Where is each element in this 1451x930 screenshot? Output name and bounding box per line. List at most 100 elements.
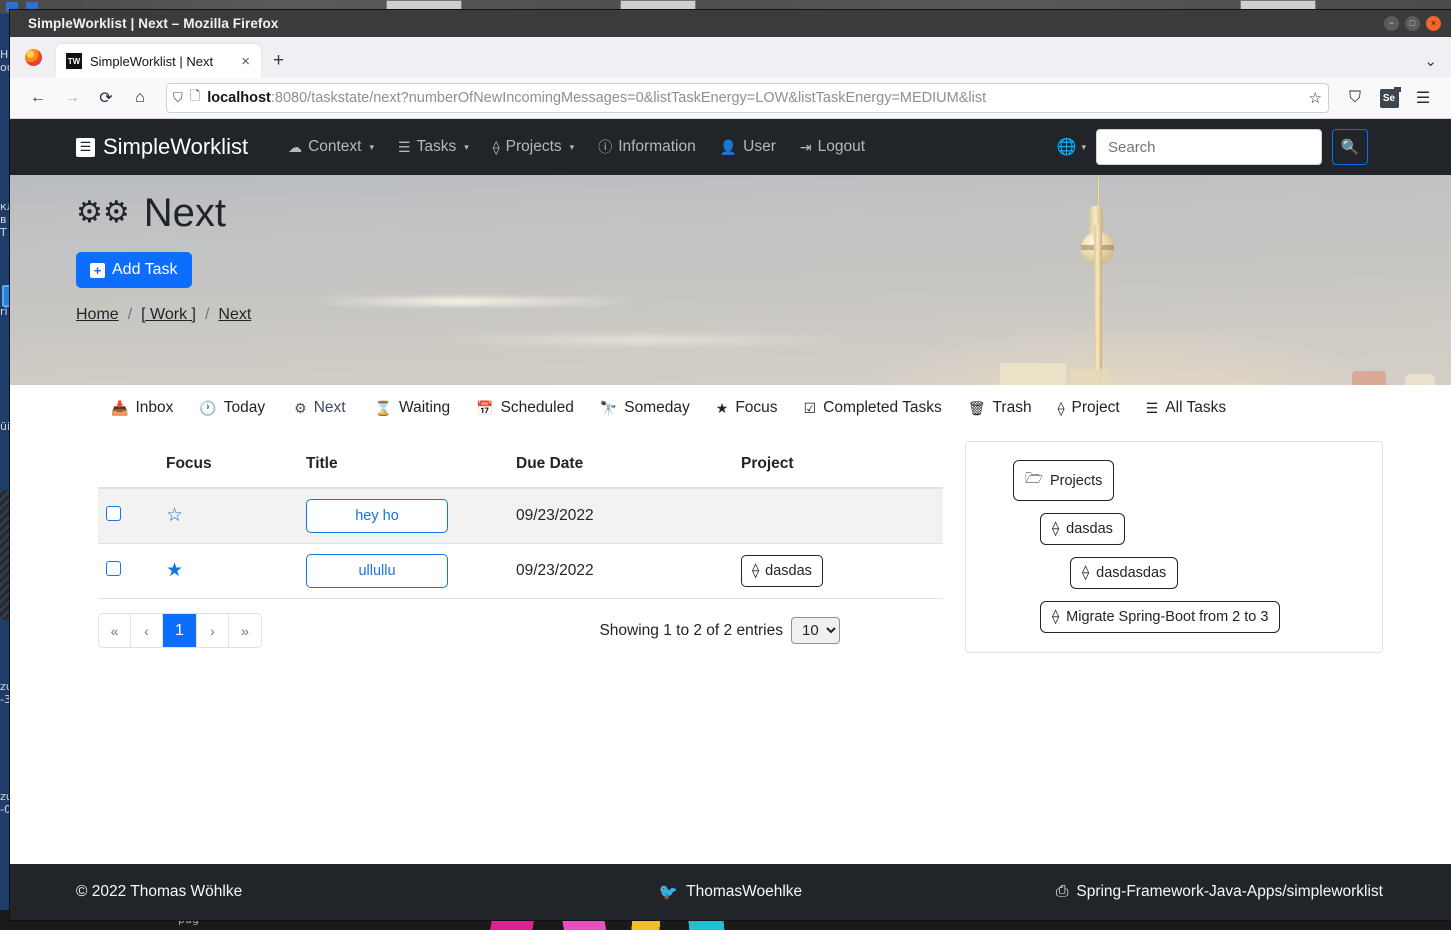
selenium-extension-icon[interactable]: Se [1373,82,1405,114]
task-table-body: ☆ hey ho 09/23/2022 ★ ullullu 09/23/2022… [98,488,943,599]
tab-today[interactable]: 🕐 Today [186,388,278,429]
star-filled-icon[interactable]: ★ [166,560,183,581]
row-select-cell[interactable] [98,543,158,599]
brand-logo[interactable]: ☰ SimpleWorklist [76,134,248,160]
list-all-tabs-icon[interactable]: ⌄ [1424,44,1451,78]
project-node-root[interactable]: 🗁 Projects [1013,460,1115,501]
breadcrumb-item-next[interactable]: Next [218,306,251,324]
pagination-prev[interactable]: ‹ [131,614,163,647]
minimize-button[interactable]: − [1384,16,1399,31]
nav-item-context-label: Context [308,138,362,155]
tab-all-tasks[interactable]: ☰ All Tasks [1133,388,1239,429]
project-node-label: Projects [1049,472,1103,489]
nav-item-projects-label: Projects [505,138,562,155]
project-node-dasdasdas[interactable]: ⟠ dasdasdas [1070,557,1179,589]
language-selector[interactable]: 🌐 ▾ [1057,137,1086,157]
tab-waiting[interactable]: ⌛ Waiting [362,388,464,429]
nav-item-tasks[interactable]: ☰ Tasks ▾ [386,138,481,156]
search-button[interactable]: 🔍 [1332,129,1368,165]
home-button[interactable]: ⌂ [124,82,156,114]
brand-label: SimpleWorklist [103,134,249,159]
app-menu-button[interactable]: ☰ [1407,82,1439,114]
row-checkbox[interactable] [106,506,121,521]
nav-item-information[interactable]: ⓘ Information [586,137,708,157]
search-input[interactable] [1096,129,1322,165]
back-button[interactable]: ← [22,82,54,114]
window-title: SimpleWorklist | Next – Mozilla Firefox [28,16,279,31]
nav-item-context[interactable]: ☁ Context ▾ [276,138,386,156]
row-checkbox[interactable] [106,561,121,576]
task-title-button[interactable]: hey ho [306,499,448,533]
nav-item-logout[interactable]: ⇥ Logout [788,138,877,156]
cloud-icon: ☁ [288,138,303,155]
task-table-head: Focus Title Due Date Project [98,441,943,489]
navbar-right-group: 🌐 ▾ 🔍 [1057,119,1368,175]
new-tab-button[interactable]: + [261,44,296,78]
pagination-first[interactable]: « [99,614,131,647]
row-focus-cell[interactable]: ☆ [158,488,298,544]
tab-trash[interactable]: 🗑 Trash [955,388,1045,429]
tab-focus[interactable]: ★ Focus [703,388,791,429]
row-project-cell[interactable]: ⟠ dasdas [733,543,943,599]
taskstate-tabs: 📥 Inbox 🕐 Today ⚙ Next ⌛ Waiting 📅 Sched… [10,385,1451,430]
nav-item-user[interactable]: 👤 User [708,138,788,156]
nav-item-projects[interactable]: ⟠ Projects ▾ [481,138,586,156]
desktop-left-accent [0,14,10,930]
column-header-focus[interactable]: Focus [158,441,298,489]
row-title-cell[interactable]: hey ho [298,488,508,544]
breadcrumb-item-work[interactable]: [ Work ] [141,306,196,324]
footer-twitter-link[interactable]: 🐦 ThomasWoehlke [659,883,802,902]
tab-project-label: Project [1071,399,1120,416]
url-text: localhost:8080/taskstate/next?numberOfNe… [207,90,1301,106]
tab-trash-label: Trash [992,399,1032,416]
tab-inbox[interactable]: 📥 Inbox [98,388,186,429]
bookmark-star-icon[interactable]: ☆ [1309,89,1322,107]
row-title-cell[interactable]: ullullu [298,543,508,599]
column-header-title[interactable]: Title [298,441,508,489]
firefox-window: SimpleWorklist | Next – Mozilla Firefox … [10,10,1451,920]
tracking-protection-icon[interactable]: ⛉ [173,90,183,106]
tab-completed-tasks[interactable]: ☑ Completed Tasks [791,388,955,429]
browser-tab[interactable]: TW SimpleWorklist | Next × [56,44,261,78]
reload-button[interactable]: ⟳ [90,82,122,114]
task-project-button[interactable]: ⟠ dasdas [741,555,823,587]
breadcrumb-item-home[interactable]: Home [76,306,119,324]
row-focus-cell[interactable]: ★ [158,543,298,599]
add-task-button[interactable]: + Add Task [76,252,192,288]
tab-project[interactable]: ⟠ Project [1045,388,1133,429]
footer-github-link[interactable]: ⎙ Spring-Framework-Java-Apps/simpleworkl… [1056,883,1383,901]
maximize-button[interactable]: □ [1405,16,1420,31]
project-diagram-icon: ⟠ [1052,609,1060,625]
close-button[interactable]: × [1426,16,1441,31]
column-header-due-date[interactable]: Due Date [508,441,733,489]
pagination-page-1[interactable]: 1 [163,614,197,647]
chevron-down-icon: ▾ [369,141,375,152]
project-node-migrate-spring-boot[interactable]: ⟠ Migrate Spring-Boot from 2 to 3 [1040,601,1281,633]
pagination-last[interactable]: » [229,614,261,647]
tab-close-icon[interactable]: × [238,53,253,70]
page-hero: ⚙⚙ Next + Add Task Home / [ Work ] / Nex… [10,175,1451,385]
tab-next[interactable]: ⚙ Next [278,388,362,430]
table-row[interactable]: ☆ hey ho 09/23/2022 [98,488,943,544]
star-outline-icon[interactable]: ☆ [166,505,183,526]
pagination-next[interactable]: › [197,614,229,647]
project-node-label: Migrate Spring-Boot from 2 to 3 [1066,609,1269,625]
forward-button[interactable]: → [56,82,88,114]
hourglass-icon: ⌛ [374,399,393,416]
table-header-row: Focus Title Due Date Project [98,441,943,489]
table-row[interactable]: ★ ullullu 09/23/2022 ⟠ dasdas [98,543,943,599]
tab-today-label: Today [223,399,266,416]
footer-twitter-label: ThomasWoehlke [686,883,803,900]
tab-scheduled[interactable]: 📅 Scheduled [463,388,587,429]
page-info-icon[interactable]: 🗋 [190,87,200,109]
project-node-dasdas[interactable]: ⟠ dasdas [1040,513,1125,545]
pocket-icon[interactable]: ⛉ [1339,82,1371,114]
content-columns: Focus Title Due Date Project ☆ hey ho 09… [10,429,1451,653]
row-select-cell[interactable] [98,488,158,544]
tab-someday[interactable]: 🔭 Someday [587,388,703,429]
page-size-select[interactable]: 10 [791,617,840,644]
task-title-button[interactable]: ullullu [306,554,448,588]
projects-tree-row: ⟠ Migrate Spring-Boot from 2 to 3 [982,601,1366,645]
url-bar[interactable]: ⛉ 🗋 localhost:8080/taskstate/next?number… [166,83,1329,113]
column-header-project[interactable]: Project [733,441,943,489]
